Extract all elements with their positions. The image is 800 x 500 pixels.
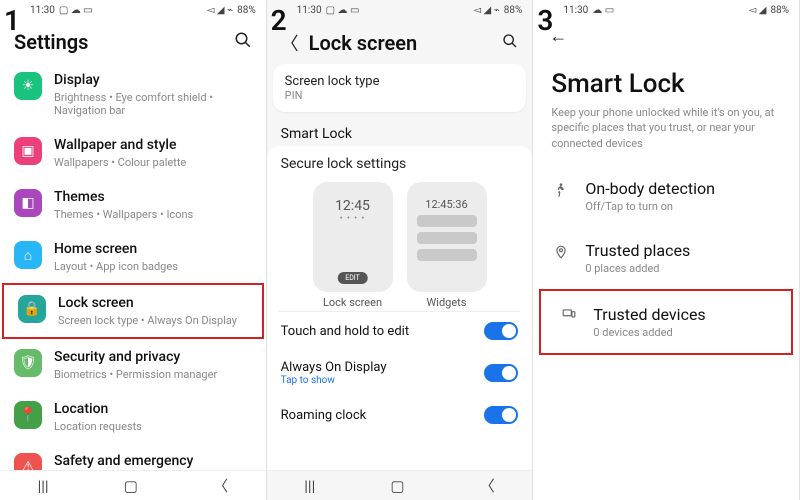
page-title: Smart Lock bbox=[533, 55, 799, 105]
toggle-roaming[interactable]: Roaming clock bbox=[267, 396, 533, 434]
settings-list: ☀ DisplayBrightness • Eye comfort shield… bbox=[0, 62, 266, 470]
status-battery: 88% bbox=[504, 5, 523, 16]
step-number: 2 bbox=[271, 4, 287, 37]
switch-on[interactable] bbox=[484, 406, 518, 424]
nav-recents[interactable]: ||| bbox=[38, 477, 49, 495]
status-battery: 88% bbox=[770, 5, 789, 16]
display-icon: ☀ bbox=[14, 72, 42, 100]
edit-badge[interactable]: EDIT bbox=[337, 272, 368, 284]
lockscreen-previews: 12:45 • • • • EDIT Lock screen 12:45:36 … bbox=[267, 176, 533, 311]
switch-on[interactable] bbox=[484, 322, 518, 340]
location-icon: 📍 bbox=[14, 401, 42, 429]
toggle-touch-hold[interactable]: Touch and hold to edit bbox=[267, 312, 533, 350]
settings-item-security[interactable]: 🛡 Security and privacyBiometrics • Permi… bbox=[0, 339, 266, 391]
toggle-aod[interactable]: Always On DisplayTap to show bbox=[267, 350, 533, 396]
lockscreen-header: 〈 Lock screen bbox=[267, 18, 533, 64]
page-description: Keep your phone unlocked while it's on y… bbox=[533, 105, 799, 165]
switch-on[interactable] bbox=[484, 364, 518, 382]
statusbar: 11:30 ▢ ☁ ▭ ◅ ◢ ⌁ 88% bbox=[0, 0, 266, 18]
settings-item-safety[interactable]: ⚠ Safety and emergencyMedical info • Wir… bbox=[0, 443, 266, 470]
statusbar: 11:30▢ ☁ ▭ ◅ ◢ ⌁88% bbox=[267, 0, 533, 18]
settings-header: Settings bbox=[0, 18, 266, 62]
smartlock-trusted-places[interactable]: Trusted places0 places added bbox=[533, 227, 799, 289]
walk-icon bbox=[551, 181, 571, 199]
page-title: Settings bbox=[14, 30, 224, 54]
nav-home[interactable]: ▢ bbox=[390, 477, 404, 495]
smart-lock-label[interactable]: Smart Lock bbox=[267, 118, 533, 146]
search-icon[interactable] bbox=[234, 31, 252, 53]
shield-icon: 🛡 bbox=[14, 349, 42, 377]
navbar: ||| ▢ 〈 bbox=[0, 470, 266, 500]
smartlock-onbody[interactable]: On-body detectionOff/Tap to turn on bbox=[533, 165, 799, 227]
smartlock-trusted-devices[interactable]: Trusted devices0 devices added bbox=[539, 289, 793, 355]
status-icons: ▢ ☁ ▭ bbox=[59, 5, 93, 16]
lock-icon: 🔒 bbox=[18, 295, 46, 323]
status-time: 11:30 bbox=[30, 5, 55, 16]
home-icon: ⌂ bbox=[14, 241, 42, 269]
nav-recents[interactable]: ||| bbox=[304, 477, 315, 495]
preview-widgets[interactable]: 12:45:36 Widgets bbox=[407, 182, 487, 309]
themes-icon: ◧ bbox=[14, 189, 42, 217]
search-icon[interactable] bbox=[502, 33, 518, 53]
settings-item-display[interactable]: ☀ DisplayBrightness • Eye comfort shield… bbox=[0, 62, 266, 127]
step-number: 3 bbox=[537, 4, 553, 37]
step-number: 1 bbox=[4, 4, 20, 37]
settings-item-themes[interactable]: ◧ ThemesThemes • Wallpapers • Icons bbox=[0, 179, 266, 231]
settings-item-lockscreen[interactable]: 🔒 Lock screenScreen lock type • Always O… bbox=[2, 283, 264, 339]
nav-back[interactable]: 〈 bbox=[213, 475, 228, 496]
pin-icon bbox=[551, 243, 571, 261]
wallpaper-icon: ▣ bbox=[14, 137, 42, 165]
panel-smartlock: 3 11:30☁ ▭ ◅ ◢88% ← Smart Lock Keep your… bbox=[533, 0, 800, 500]
screen-lock-type[interactable]: Screen lock type PIN bbox=[273, 64, 527, 112]
settings-item-wallpaper[interactable]: ▣ Wallpaper and styleWallpapers • Colour… bbox=[0, 127, 266, 179]
nav-home[interactable]: ▢ bbox=[124, 477, 138, 495]
status-signal: ◅ ◢ ⌁ bbox=[207, 5, 233, 16]
secure-lock-label[interactable]: Secure lock settings bbox=[267, 146, 533, 176]
devices-icon bbox=[559, 307, 579, 321]
preview-lockscreen[interactable]: 12:45 • • • • EDIT Lock screen bbox=[313, 182, 393, 309]
settings-item-location[interactable]: 📍 LocationLocation requests bbox=[0, 391, 266, 443]
statusbar: 11:30☁ ▭ ◅ ◢88% bbox=[533, 0, 799, 18]
status-time: 11:30 bbox=[297, 5, 322, 16]
navbar: ||| ▢ 〈 bbox=[267, 470, 533, 500]
page-title: Lock screen bbox=[309, 31, 493, 55]
nav-back[interactable]: 〈 bbox=[480, 475, 495, 496]
emergency-icon: ⚠ bbox=[14, 453, 42, 470]
status-battery: 88% bbox=[237, 5, 256, 16]
settings-item-homescreen[interactable]: ⌂ Home screenLayout • App icon badges bbox=[0, 231, 266, 283]
panel-settings: 1 11:30 ▢ ☁ ▭ ◅ ◢ ⌁ 88% Settings ☀ Display… bbox=[0, 0, 267, 500]
widget-placeholder bbox=[417, 215, 477, 261]
status-time: 11:30 bbox=[563, 5, 588, 16]
panel-lockscreen: 2 11:30▢ ☁ ▭ ◅ ◢ ⌁88% 〈 Lock screen Scre… bbox=[267, 0, 534, 500]
